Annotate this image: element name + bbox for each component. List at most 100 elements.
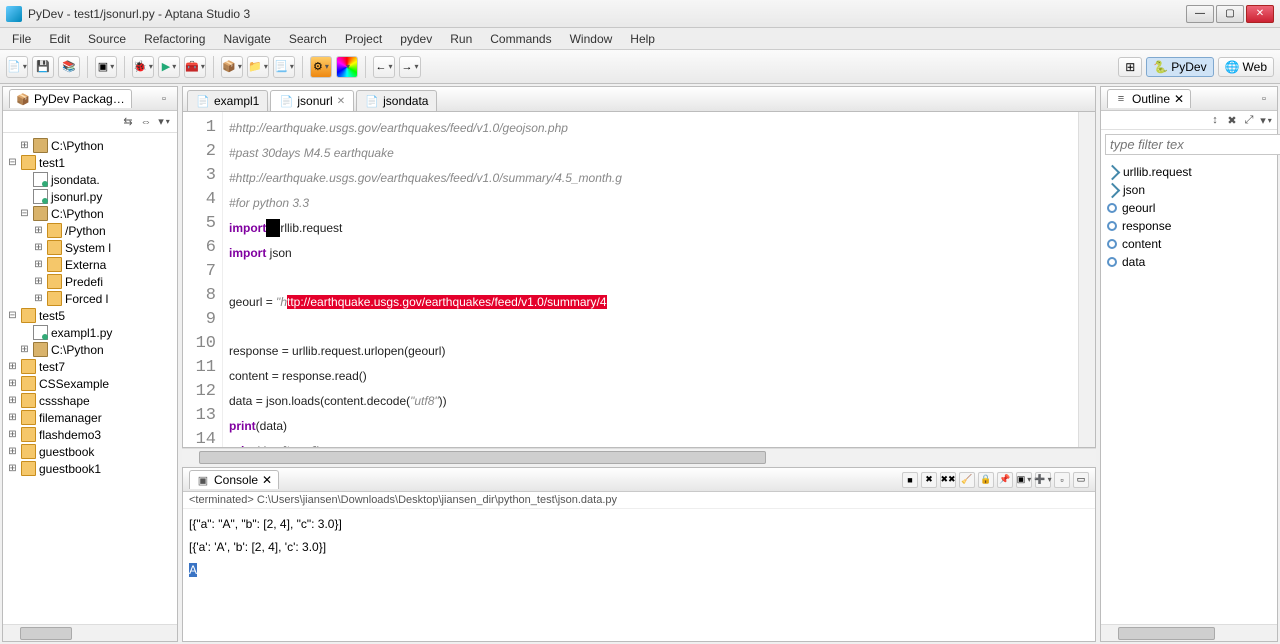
outline-item[interactable]: urllib.request	[1103, 163, 1275, 181]
console-output[interactable]: [{"a": "A", "b": [2, 4], "c": 3.0}] [{'a…	[183, 509, 1095, 641]
tree-item[interactable]: jsondata.	[5, 171, 175, 188]
code-area[interactable]: #http://earthquake.usgs.gov/earthquakes/…	[223, 112, 1078, 447]
menu-search[interactable]: Search	[281, 30, 335, 48]
minimize-console-button[interactable]: ▫	[1054, 472, 1070, 488]
tree-item[interactable]: ⊞ C:\Python	[5, 341, 175, 358]
remove-launch-button[interactable]: ✖	[921, 472, 937, 488]
expand-icon[interactable]: ⤢	[1242, 113, 1256, 127]
twisty-icon[interactable]: ⊞	[33, 242, 44, 253]
menu-navigate[interactable]: Navigate	[215, 30, 278, 48]
twisty-icon[interactable]: ⊞	[19, 344, 30, 355]
new-folder-button[interactable]: 📁	[247, 56, 269, 78]
tree-item[interactable]: ⊞ /Python	[5, 222, 175, 239]
tree-item[interactable]: ⊟ test1	[5, 154, 175, 171]
close-tab-icon[interactable]: ✕	[262, 473, 272, 487]
twisty-icon[interactable]: ⊞	[7, 378, 18, 389]
tree-item[interactable]: ⊞ C:\Python	[5, 137, 175, 154]
tree-item[interactable]: ⊞ guestbook1	[5, 460, 175, 477]
tree-item[interactable]: jsonurl.py	[5, 188, 175, 205]
menu-project[interactable]: Project	[337, 30, 390, 48]
display-console-button[interactable]: ▣	[1016, 472, 1032, 488]
outline-filter-input[interactable]	[1105, 134, 1280, 155]
maximize-button[interactable]: ▢	[1216, 5, 1244, 23]
package-tree[interactable]: ⊞ C:\Python ⊟ test1 jsondata. jsonurl.py…	[3, 133, 177, 624]
twisty-icon[interactable]: ⊟	[7, 310, 18, 321]
collapse-icon[interactable]: ✖	[1225, 113, 1239, 127]
tab-jsondata[interactable]: 📄jsondata	[356, 90, 437, 111]
save-button[interactable]: 💾	[32, 56, 54, 78]
minimize-panel-icon[interactable]: ▫	[157, 92, 171, 106]
menu-commands[interactable]: Commands	[482, 30, 559, 48]
commands-button[interactable]: ⚙	[310, 56, 332, 78]
twisty-icon[interactable]: ⊟	[7, 157, 18, 168]
scroll-lock-button[interactable]: 🔒	[978, 472, 994, 488]
tab-jsonurl[interactable]: 📄jsonurl ✕	[270, 90, 354, 111]
pin-console-button[interactable]: 📌	[997, 472, 1013, 488]
outline-item[interactable]: geourl	[1103, 199, 1275, 217]
tree-item[interactable]: ⊞ Externa	[5, 256, 175, 273]
console-tab[interactable]: ▣ Console ✕	[189, 470, 279, 489]
open-perspective-button[interactable]: ⊞	[1118, 57, 1142, 77]
twisty-icon[interactable]: ⊞	[7, 429, 18, 440]
clear-console-button[interactable]: 🧹	[959, 472, 975, 488]
menu-refactoring[interactable]: Refactoring	[136, 30, 213, 48]
tree-item[interactable]: ⊟ C:\Python	[5, 205, 175, 222]
debug-button[interactable]: 🐞	[132, 56, 154, 78]
twisty-icon[interactable]: ⊞	[7, 395, 18, 406]
new-button[interactable]: 📄	[6, 56, 28, 78]
close-tab-icon[interactable]: ✕	[1174, 92, 1184, 106]
menu-window[interactable]: Window	[562, 30, 621, 48]
menu-pydev[interactable]: pydev	[392, 30, 440, 48]
link-editor-icon[interactable]: ⇔	[139, 115, 153, 129]
remove-all-button[interactable]: ✖✖	[940, 472, 956, 488]
tree-item[interactable]: ⊞ flashdemo3	[5, 426, 175, 443]
h-scrollbar[interactable]	[3, 624, 177, 641]
tree-item[interactable]: ⊞ Forced l	[5, 290, 175, 307]
minimize-panel-icon[interactable]: ▫	[1257, 92, 1271, 106]
theme-button[interactable]	[336, 56, 358, 78]
tree-item[interactable]: ⊞ cssshape	[5, 392, 175, 409]
new-project-button[interactable]: 📦	[221, 56, 243, 78]
terminate-button[interactable]: ■	[902, 472, 918, 488]
v-scrollbar[interactable]	[1078, 112, 1095, 447]
menu-edit[interactable]: Edit	[41, 30, 78, 48]
menu-file[interactable]: File	[4, 30, 39, 48]
save-all-button[interactable]: 📚	[58, 56, 80, 78]
sort-icon[interactable]: ↕	[1208, 113, 1222, 127]
tree-item[interactable]: ⊞ test7	[5, 358, 175, 375]
open-console-button[interactable]: ➕	[1035, 472, 1051, 488]
tree-item[interactable]: ⊞ System l	[5, 239, 175, 256]
outline-item[interactable]: response	[1103, 217, 1275, 235]
minimize-button[interactable]: —	[1186, 5, 1214, 23]
perspective-web[interactable]: 🌐 Web	[1218, 57, 1274, 77]
menu-help[interactable]: Help	[622, 30, 663, 48]
twisty-icon[interactable]: ⊞	[7, 361, 18, 372]
tab-exampl1[interactable]: 📄exampl1	[187, 90, 268, 111]
h-scrollbar[interactable]	[1101, 624, 1277, 641]
tree-item[interactable]: ⊞ CSSexample	[5, 375, 175, 392]
twisty-icon[interactable]: ⊞	[33, 293, 44, 304]
tree-item[interactable]: exampl1.py	[5, 324, 175, 341]
outline-item[interactable]: json	[1103, 181, 1275, 199]
tree-item[interactable]: ⊞ Predefi	[5, 273, 175, 290]
menu-run[interactable]: Run	[442, 30, 480, 48]
twisty-icon[interactable]: ⊞	[7, 412, 18, 423]
outline-tab[interactable]: ≡ Outline ✕	[1107, 89, 1191, 108]
twisty-icon[interactable]: ⊞	[7, 446, 18, 457]
external-tools-button[interactable]: 🧰	[184, 56, 206, 78]
tree-item[interactable]: ⊟ test5	[5, 307, 175, 324]
twisty-icon[interactable]: ⊞	[33, 276, 44, 287]
close-tab-icon[interactable]: ✕	[337, 96, 345, 107]
twisty-icon[interactable]: ⊞	[19, 140, 30, 151]
new-module-button[interactable]: 📃	[273, 56, 295, 78]
h-scrollbar[interactable]	[182, 448, 1096, 465]
maximize-console-button[interactable]: ▭	[1073, 472, 1089, 488]
collapse-all-icon[interactable]: ⇆	[121, 115, 135, 129]
close-button[interactable]: ✕	[1246, 5, 1274, 23]
package-explorer-tab[interactable]: 📦 PyDev Packag…	[9, 89, 132, 108]
back-button[interactable]: ←	[373, 56, 395, 78]
tree-item[interactable]: ⊞ filemanager	[5, 409, 175, 426]
outline-menu-icon[interactable]: ▾	[1259, 113, 1273, 127]
twisty-icon[interactable]: ⊟	[19, 208, 30, 219]
menu-source[interactable]: Source	[80, 30, 134, 48]
